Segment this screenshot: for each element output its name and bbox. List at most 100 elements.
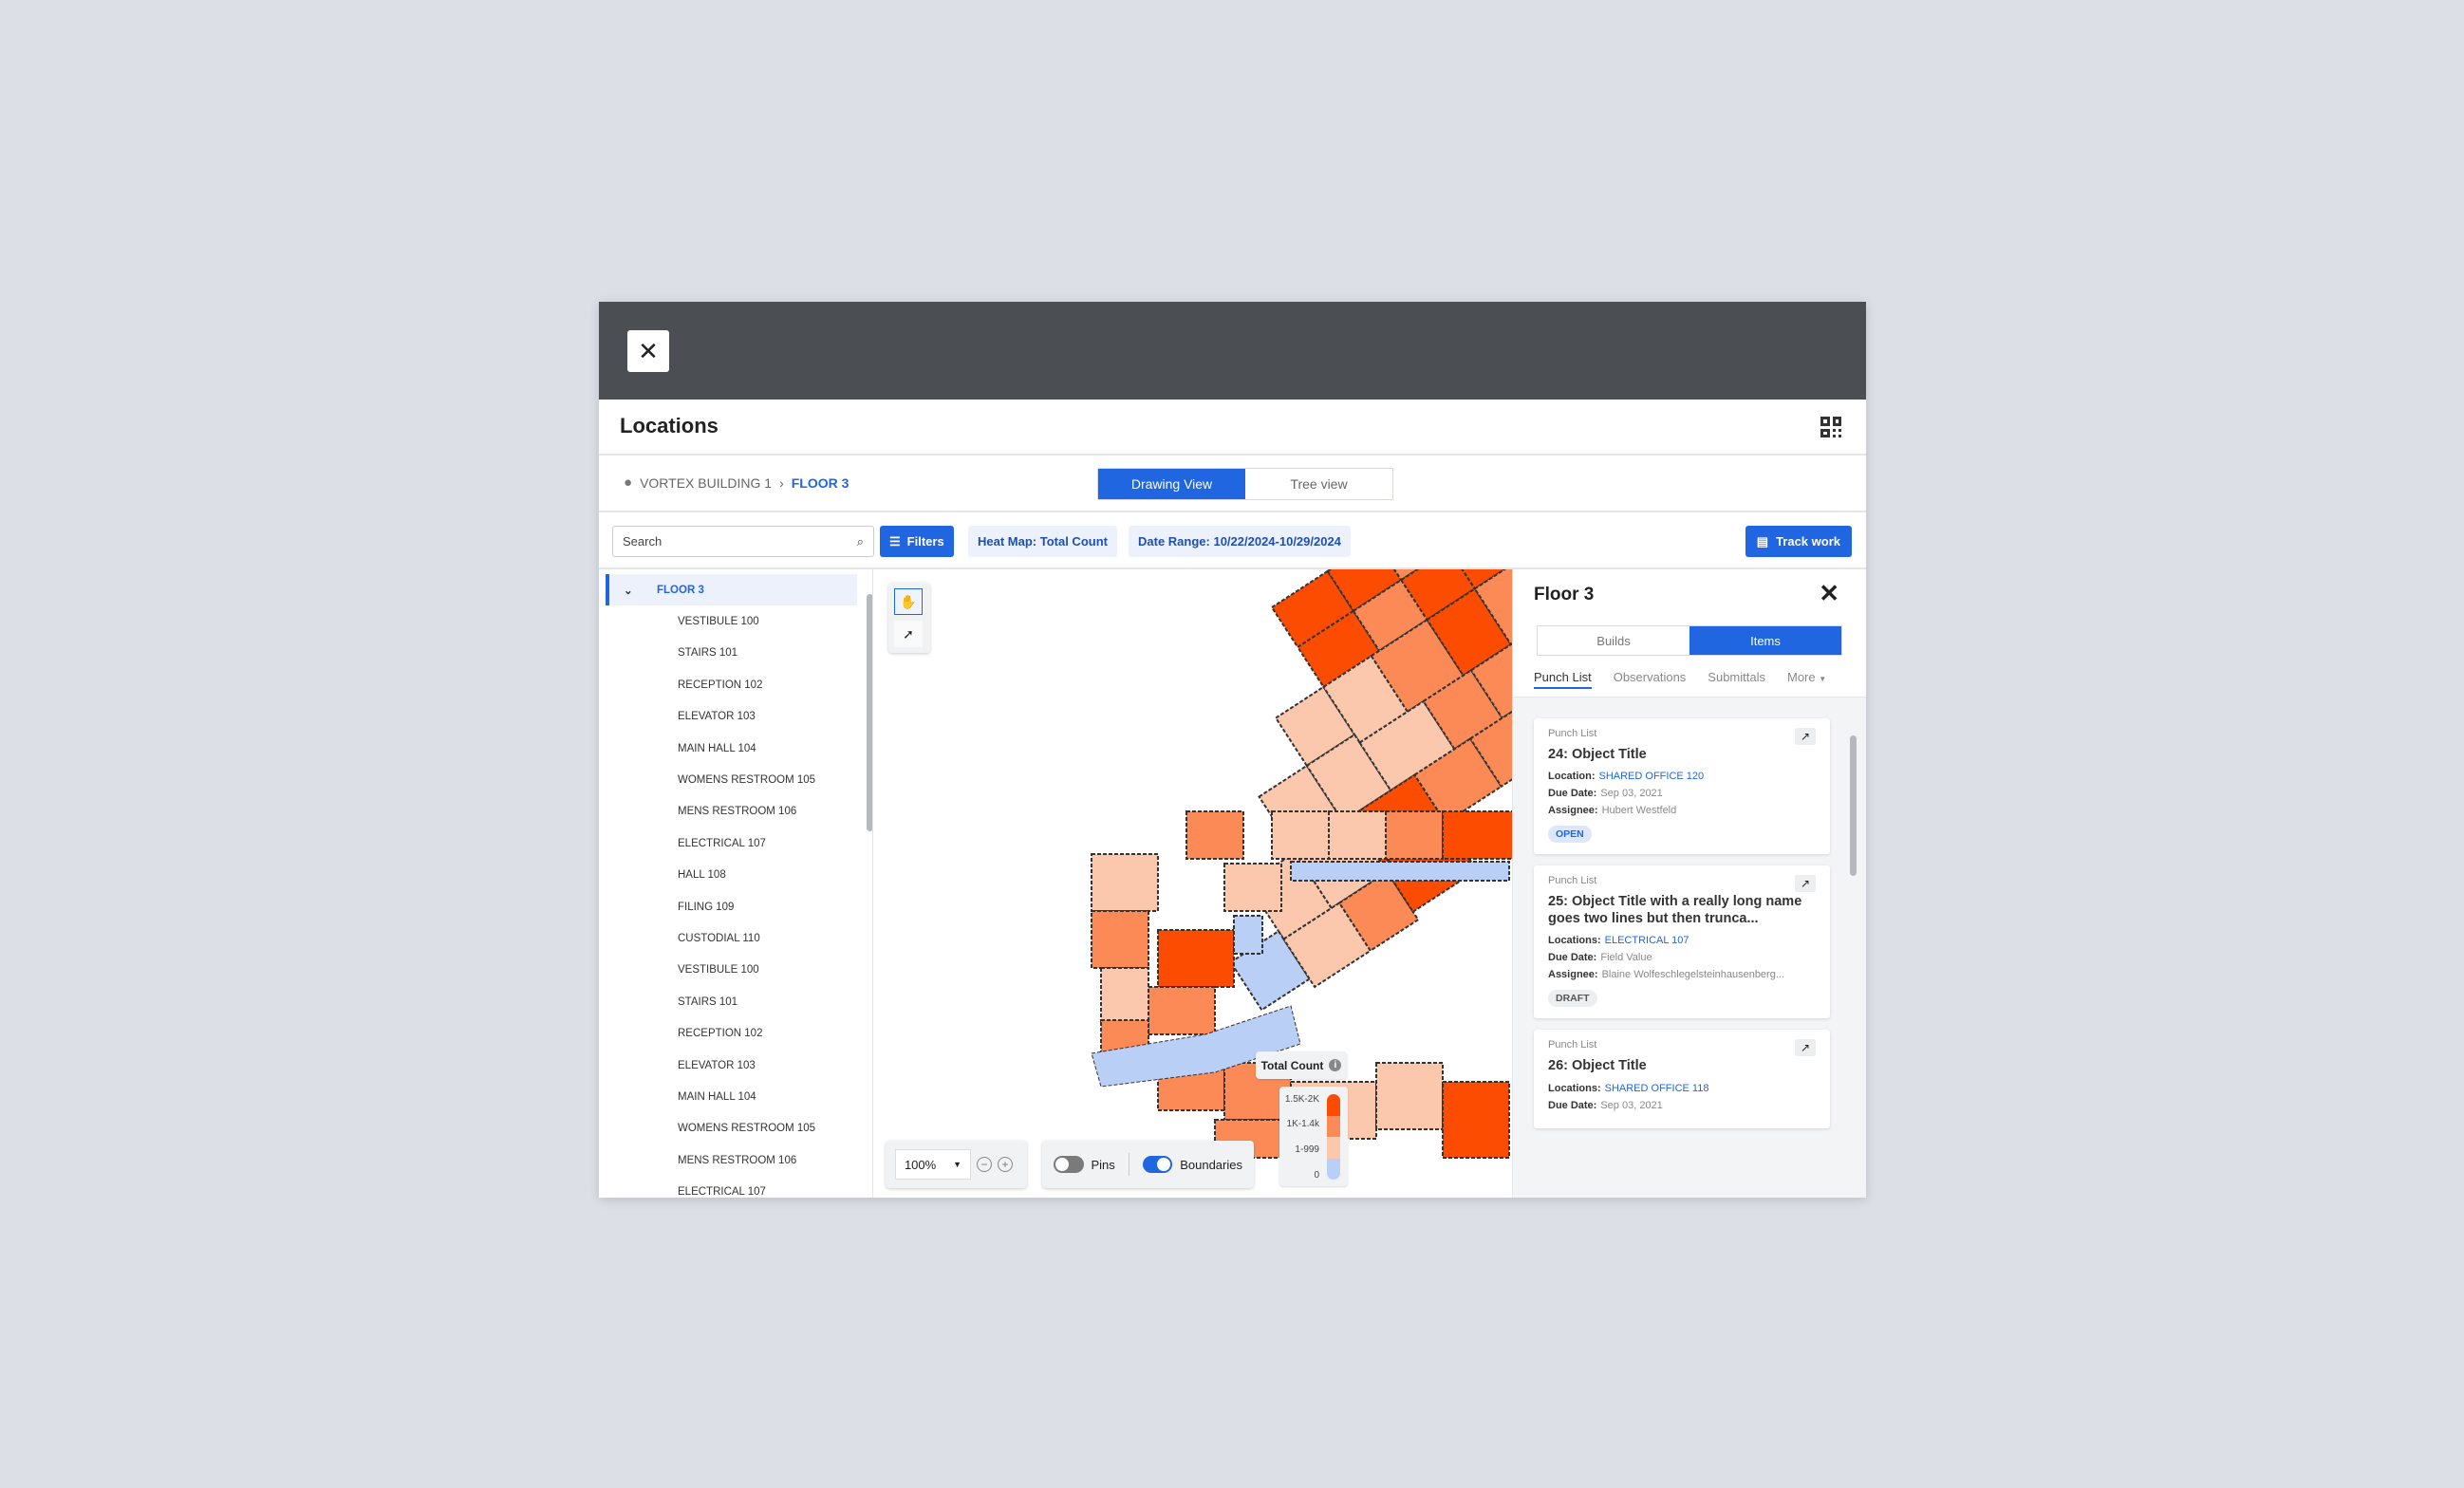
- builds-tab[interactable]: Builds: [1538, 626, 1689, 655]
- zoom-select[interactable]: 100% ▼: [895, 1149, 971, 1180]
- breadcrumb-floor[interactable]: FLOOR 3: [792, 475, 849, 491]
- room-boundary[interactable]: [1328, 810, 1387, 860]
- field-label: Due Date:: [1548, 952, 1597, 964]
- pan-hand-icon[interactable]: ✋: [894, 588, 923, 615]
- tree-item[interactable]: RECEPTION 102: [599, 669, 872, 700]
- zoom-out-icon[interactable]: −: [977, 1157, 992, 1172]
- room-boundary[interactable]: [1185, 810, 1244, 860]
- card-assignee: Assignee: Blaine Wolfeschlegelsteinhausen…: [1548, 969, 1816, 980]
- tree-item[interactable]: MAIN HALL 104: [599, 1081, 872, 1112]
- breadcrumb-building[interactable]: VORTEX BUILDING 1: [640, 475, 772, 491]
- pins-toggle[interactable]: [1054, 1156, 1084, 1173]
- open-external-icon[interactable]: ↗: [1795, 728, 1816, 745]
- zoom-in-icon[interactable]: +: [998, 1157, 1013, 1172]
- room-boundary[interactable]: [1442, 1081, 1510, 1159]
- tree-item[interactable]: ELEVATOR 103: [599, 1050, 872, 1081]
- tree-item[interactable]: MENS RESTROOM 106: [599, 1144, 872, 1176]
- tab-punch-list[interactable]: Punch List: [1534, 670, 1592, 689]
- zoom-controls: 100% ▼ − +: [886, 1141, 1027, 1188]
- qr-code-icon[interactable]: [1820, 417, 1841, 437]
- floor-plan-map[interactable]: ✋ ➚ 100% ▼ − + Pins Boundaries Total Coun…: [872, 569, 1512, 1198]
- tree-item[interactable]: MAIN HALL 104: [599, 733, 872, 764]
- boundaries-toggle[interactable]: [1142, 1156, 1173, 1173]
- tree-item[interactable]: HALL 108: [599, 860, 872, 891]
- close-button[interactable]: ✕: [627, 330, 669, 372]
- card-title: 25: Object Title with a really long name…: [1548, 894, 1802, 927]
- tree-item[interactable]: STAIRS 101: [599, 638, 872, 669]
- due-date-value: Field Value: [1600, 952, 1652, 964]
- room-boundary[interactable]: [1385, 810, 1444, 860]
- date-range-chip[interactable]: Date Range: 10/22/2024-10/29/2024: [1129, 526, 1351, 557]
- card-due-date: Due Date: Sep 03, 2021: [1548, 1100, 1816, 1111]
- drawing-view-button[interactable]: Drawing View: [1098, 469, 1245, 499]
- punch-item-card[interactable]: Punch List ↗ 25: Object Title with a rea…: [1534, 865, 1830, 1019]
- tree-item-floor-3[interactable]: ⌄ FLOOR 3: [606, 574, 857, 606]
- panel-close-icon[interactable]: ✕: [1819, 579, 1839, 608]
- caret-down-icon: ▼: [1819, 675, 1827, 683]
- punch-item-card[interactable]: Punch List ↗ 26: Object Title Locations:…: [1534, 1030, 1830, 1128]
- tree-item[interactable]: WOMENS RESTROOM 105: [599, 1113, 872, 1144]
- info-icon[interactable]: i: [1329, 1059, 1342, 1071]
- tree-item[interactable]: FILING 109: [599, 891, 872, 922]
- tree-item[interactable]: WOMENS RESTROOM 105: [599, 764, 872, 795]
- tree-item[interactable]: RECEPTION 102: [599, 1017, 872, 1049]
- tree-item[interactable]: CUSTODIAL 110: [599, 922, 872, 954]
- items-tab[interactable]: Items: [1689, 626, 1841, 655]
- track-work-button[interactable]: ▤ Track work: [1745, 526, 1852, 557]
- location-link[interactable]: SHARED OFFICE 120: [1599, 771, 1705, 782]
- punch-item-card[interactable]: Punch List ↗ 24: Object Title Location: S…: [1534, 718, 1830, 855]
- room-boundary[interactable]: [1375, 1062, 1444, 1130]
- panel-segment: Builds Items: [1537, 625, 1842, 656]
- room-boundary[interactable]: [1271, 810, 1330, 860]
- tree-item[interactable]: MENS RESTROOM 106: [599, 796, 872, 828]
- tab-observations[interactable]: Observations: [1614, 670, 1687, 689]
- breadcrumb-row: ● VORTEX BUILDING 1 › FLOOR 3 Drawing Vi…: [599, 456, 1866, 512]
- room-boundary[interactable]: [1148, 986, 1216, 1035]
- tree-item[interactable]: VESTIBULE 100: [599, 955, 872, 986]
- chevron-down-icon[interactable]: ⌄: [624, 584, 657, 597]
- tree-item[interactable]: ELEVATOR 103: [599, 701, 872, 733]
- open-external-icon[interactable]: ↗: [1795, 875, 1816, 893]
- floor-plan-drawing[interactable]: [873, 569, 1512, 1198]
- search-placeholder: Search: [623, 534, 663, 549]
- room-boundary[interactable]: [1223, 863, 1282, 912]
- panel-tabs: Punch List Observations Submittals More …: [1534, 670, 1826, 689]
- status-badge: DRAFT: [1548, 990, 1597, 1008]
- title-bar: Locations: [599, 400, 1866, 456]
- more-label: More: [1787, 670, 1816, 684]
- heat-legend: 1.5K-2K 1K-1.4k 1-999 0: [1279, 1087, 1348, 1186]
- room-boundary[interactable]: [1442, 810, 1512, 860]
- assignee-value: Hubert Westfeld: [1601, 805, 1677, 817]
- select-pointer-icon[interactable]: ➚: [894, 621, 923, 647]
- toolbar: Search ⌕ ☰ Filters Heat Map: Total Count D…: [599, 512, 1866, 569]
- tree-item[interactable]: ELECTRICAL 107: [599, 1176, 872, 1198]
- room-boundary[interactable]: [1100, 967, 1149, 1026]
- room-boundary[interactable]: [1290, 861, 1510, 882]
- pins-label: Pins: [1091, 1157, 1115, 1172]
- room-boundary[interactable]: [1233, 915, 1263, 955]
- filters-button[interactable]: ☰ Filters: [880, 526, 954, 557]
- tree-root-label: FLOOR 3: [657, 584, 704, 596]
- location-link[interactable]: ELECTRICAL 107: [1605, 935, 1689, 946]
- room-boundary[interactable]: [1091, 853, 1159, 912]
- legend-range: 0: [1314, 1170, 1319, 1181]
- card-title: 24: Object Title: [1548, 747, 1647, 762]
- panel-scrollbar[interactable]: [1850, 735, 1857, 876]
- heat-map-chip[interactable]: Heat Map: Total Count: [968, 526, 1117, 557]
- open-external-icon[interactable]: ↗: [1795, 1039, 1816, 1057]
- legend-title-text: Total Count: [1260, 1058, 1324, 1072]
- track-work-icon: ▤: [1756, 533, 1769, 549]
- tab-submittals[interactable]: Submittals: [1708, 670, 1765, 689]
- card-due-date: Due Date: Field Value: [1548, 952, 1816, 963]
- tree-view-button[interactable]: Tree view: [1245, 469, 1392, 499]
- room-boundary[interactable]: [1091, 910, 1149, 969]
- tree-item[interactable]: STAIRS 101: [599, 986, 872, 1017]
- zoom-value: 100%: [904, 1157, 937, 1172]
- tab-more[interactable]: More ▼: [1787, 670, 1826, 689]
- map-tools: ✋ ➚: [888, 583, 930, 653]
- room-boundary[interactable]: [1157, 929, 1235, 988]
- tree-item[interactable]: ELECTRICAL 107: [599, 828, 872, 859]
- search-input[interactable]: Search ⌕: [612, 526, 874, 557]
- tree-item[interactable]: VESTIBULE 100: [599, 605, 872, 637]
- location-link[interactable]: SHARED OFFICE 118: [1605, 1083, 1709, 1094]
